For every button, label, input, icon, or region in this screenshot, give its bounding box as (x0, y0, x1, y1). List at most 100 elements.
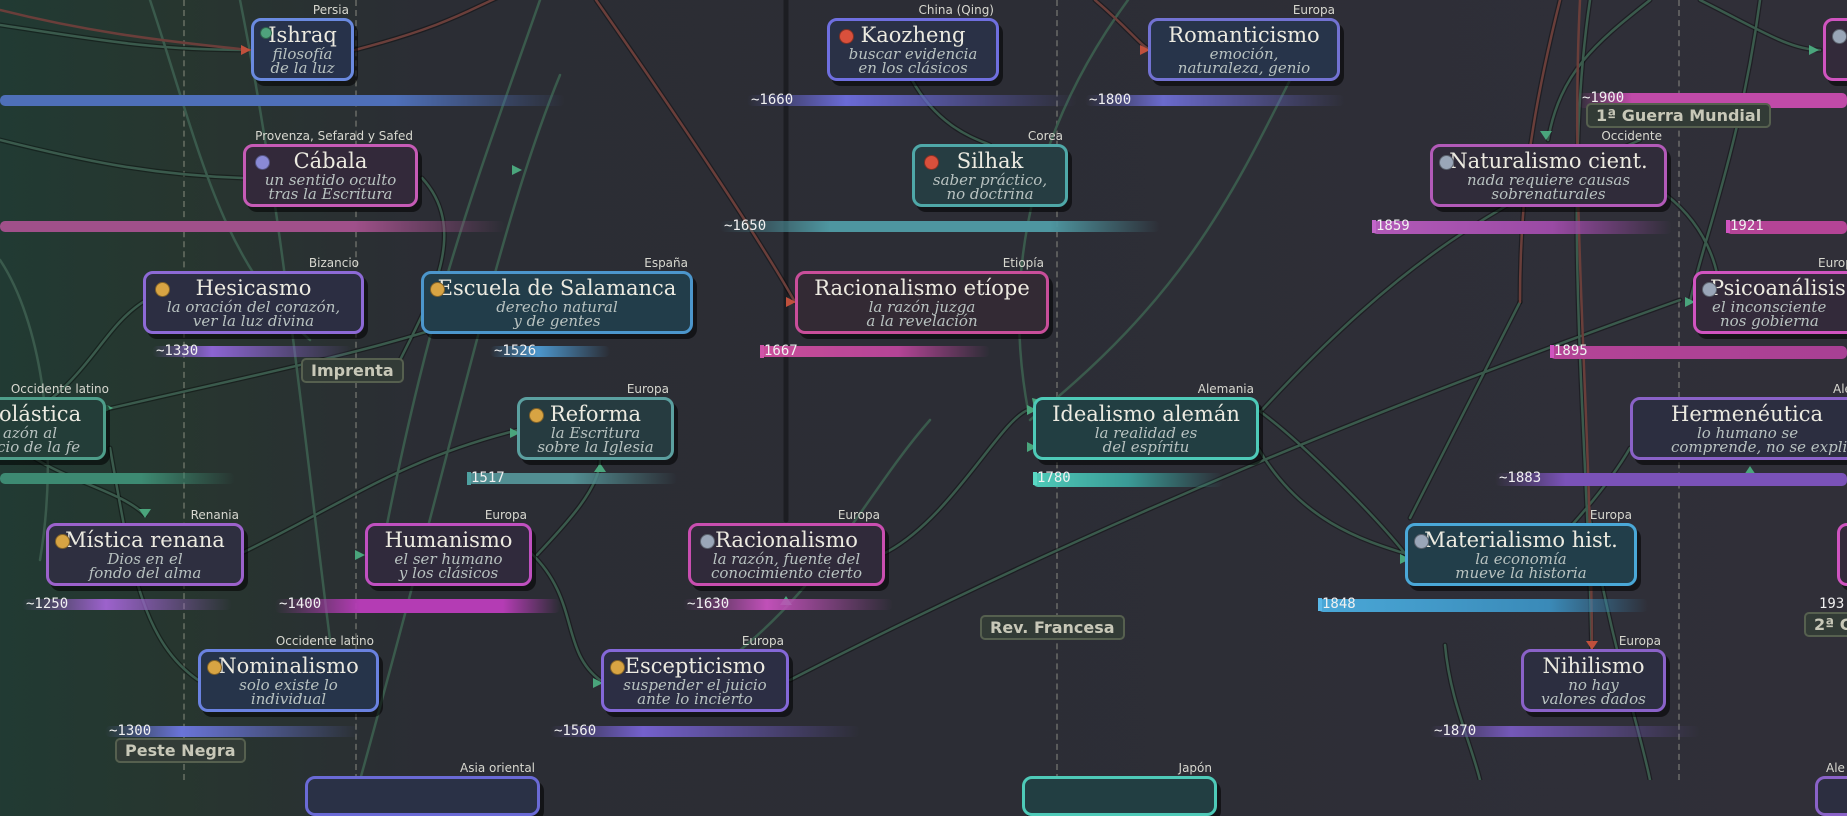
status-dot (610, 660, 625, 675)
node-title: Escuela de Salamanca (437, 276, 677, 300)
status-dot (1414, 534, 1429, 549)
event-peste-negra: Peste Negra (115, 738, 246, 763)
status-dot (260, 27, 272, 39)
node-subtitle: cio de la fe (0, 438, 81, 456)
duration-bar-naturalismo: 1859 (1372, 218, 1672, 234)
node-subtitle: sobrenaturales (1491, 185, 1606, 203)
status-dot (430, 282, 445, 297)
duration-bar-silhak: ~1650 (720, 218, 1160, 234)
node-hesicasmo[interactable]: Bizancio Hesicasmo la oración del corazó… (143, 256, 364, 334)
duration-bar-mistica: ~1250 (22, 596, 232, 612)
region-label: Europa (1589, 508, 1632, 522)
node-psicoanalisis[interactable]: Europa Psicoanálisis el inconsciente nos… (1693, 256, 1847, 334)
node-edge-top-right[interactable] (1823, 18, 1847, 81)
node-romanticismo[interactable]: Europa Romanticismo emoción, naturaleza,… (1148, 3, 1340, 81)
duration-bar-escepticismo: ~1560 (550, 723, 860, 739)
duration-bar-romanticismo: ~1800 (1085, 92, 1345, 108)
node-reforma[interactable]: Europa Reforma la Escritura sobre la Igl… (517, 382, 674, 460)
region-label: España (644, 256, 688, 270)
year-label-escepticismo: ~1560 (554, 723, 597, 739)
region-label: Bizancio (308, 256, 359, 270)
status-dot (924, 155, 939, 170)
node-japon[interactable]: Japón (1022, 761, 1217, 816)
node-subtitle: no doctrina (946, 185, 1034, 203)
node-racionalismo[interactable]: Europa Racionalismo la razón, fuente del… (688, 508, 885, 586)
node-subtitle: mueve la historia (1455, 564, 1587, 582)
event-imprenta: Imprenta (301, 358, 404, 383)
node-subtitle: comprende, no se explica (1671, 438, 1847, 456)
duration-bar-nihilismo: ~1870 (1430, 723, 1700, 739)
node-idealismo[interactable]: Alemania Idealismo alemán la realidad es… (1033, 382, 1259, 460)
node-subtitle: de la luz (270, 59, 335, 77)
node-mistica[interactable]: Renania Mística renana Dios en el fondo … (46, 508, 244, 586)
region-label: Europa (1818, 256, 1847, 270)
duration-bar-nominalismo: ~1300 (105, 723, 360, 739)
duration-bar-escolastica (0, 473, 235, 484)
region-label: Europa (1618, 634, 1661, 648)
node-edge-right[interactable] (1837, 523, 1847, 586)
node-nominalismo[interactable]: Occidente latino Nominalismo solo existe… (198, 634, 379, 712)
node-subtitle: a la revelación (866, 312, 978, 330)
node-subtitle: naturaleza, genio (1177, 59, 1311, 77)
node-title: Nominalismo (218, 654, 359, 678)
region-label: China (Qing) (918, 3, 994, 17)
status-dot (55, 534, 70, 549)
duration-bar-1921: 1921 (1726, 218, 1847, 234)
status-dot (1832, 29, 1847, 44)
node-ishraq[interactable]: Persia Ishraq filosofía de la luz (251, 3, 354, 81)
node-asia-oriental[interactable]: Asia oriental (305, 761, 540, 816)
node-nihilismo[interactable]: Europa Nihilismo no hay valores dados (1521, 634, 1666, 712)
year-label-psicoanalisis: 1895 (1554, 343, 1588, 359)
year-label-salamanca: ~1526 (494, 343, 537, 359)
node-title: Escepticismo (624, 654, 766, 678)
region-label: Alemania (1197, 382, 1254, 396)
node-kaozheng[interactable]: China (Qing) Kaozheng buscar evidencia e… (827, 3, 999, 81)
node-title: Kaozheng (860, 23, 966, 47)
year-label-idealismo: 1780 (1037, 470, 1071, 486)
node-subtitle: individual (250, 690, 327, 708)
node-naturalismo[interactable]: Occidente Naturalismo cient. nada requie… (1430, 129, 1667, 207)
duration-bar-humanismo: ~1400 (275, 596, 560, 613)
node-materialismo[interactable]: Europa Materialismo hist. la economía mu… (1405, 508, 1637, 586)
region-label: Occidente latino (10, 382, 109, 396)
status-dot (1702, 282, 1717, 297)
node-humanismo[interactable]: Europa Humanismo el ser humano y los clá… (365, 508, 532, 586)
node-escepticismo[interactable]: Europa Escepticismo suspender el juicio … (601, 634, 789, 712)
node-title: Mística renana (65, 528, 225, 552)
region-label: Europa (741, 634, 784, 648)
status-dot (1439, 155, 1454, 170)
node-subtitle: valores dados (1541, 690, 1646, 708)
year-label-nominalismo: ~1300 (109, 723, 152, 739)
node-hermeneutica[interactable]: Alemania Hermenéutica lo humano se compr… (1630, 382, 1847, 460)
region-label: Occidente (1601, 129, 1662, 143)
node-salamanca[interactable]: España Escuela de Salamanca derecho natu… (421, 256, 693, 334)
node-etiope[interactable]: Etiopía Racionalismo etíope la razón juz… (795, 256, 1049, 334)
year-label-hermeneutica: ~1883 (1499, 470, 1542, 486)
event-primera-guerra: 1ª Guerra Mundial (1586, 103, 1772, 128)
duration-bar-salamanca: ~1526 (490, 343, 610, 359)
year-label-silhak: ~1650 (724, 218, 767, 234)
year-label-naturalismo: 1859 (1376, 218, 1410, 234)
year-label-hesicasmo: ~1330 (156, 343, 199, 359)
node-title: Humanismo (384, 528, 513, 552)
node-subtitle: conocimiento cierto (710, 564, 862, 582)
duration-bar-reforma: 1517 (467, 470, 677, 486)
node-alemania-bottom[interactable]: Ale (1815, 761, 1847, 816)
node-silhak[interactable]: Corea Silhak saber práctico, no doctrina (912, 129, 1068, 207)
year-label-nihilismo: ~1870 (1434, 723, 1477, 739)
node-title: Racionalismo etíope (814, 276, 1030, 300)
node-escolastica[interactable]: Occidente latino olástica azón al cio de… (0, 382, 109, 460)
duration-bar-etiope: 1667 (760, 343, 990, 359)
event-rev-francesa: Rev. Francesa (980, 615, 1125, 640)
region-label: Ale (1826, 761, 1845, 775)
duration-bar-193: 193 (1815, 596, 1847, 612)
node-subtitle: ver la luz divina (192, 312, 315, 330)
region-label: Europa (837, 508, 880, 522)
node-title: Cábala (293, 149, 368, 173)
duration-bar-hesicasmo: ~1330 (152, 343, 352, 359)
node-cabala[interactable]: Provenza, Sefarad y Safed Cábala un sent… (243, 129, 418, 207)
node-subtitle: sobre la Iglesia (537, 438, 654, 456)
region-label: Japón (1178, 761, 1212, 775)
region-label: Persia (312, 3, 349, 17)
region-label: Occidente latino (275, 634, 374, 648)
